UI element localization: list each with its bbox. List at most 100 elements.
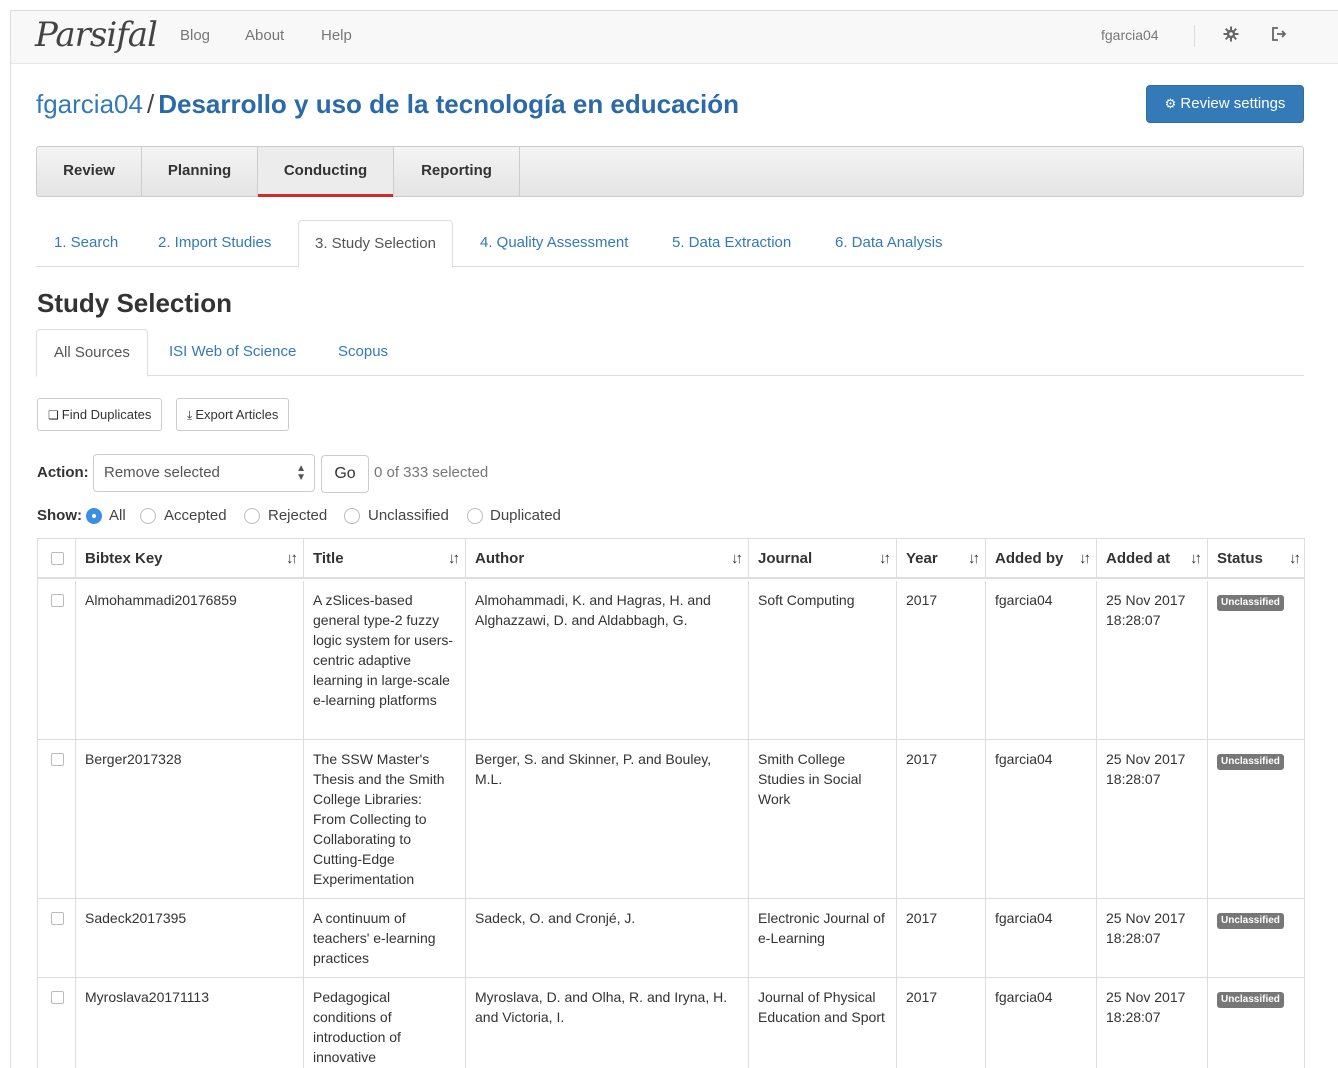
- cell-title[interactable]: A zSlices-based general type-2 fuzzy log…: [304, 581, 466, 739]
- breadcrumb-project-link[interactable]: Desarrollo y uso de la tecnología en edu…: [158, 89, 739, 119]
- table-row[interactable]: Berger2017328 The SSW Master's Thesis an…: [38, 740, 1304, 899]
- cell-author: Almohammadi, K. and Hagras, H. and Algha…: [466, 581, 749, 739]
- cell-bibtex-key: Sadeck2017395: [76, 899, 304, 977]
- select-all-checkbox[interactable]: [51, 552, 64, 565]
- row-checkbox[interactable]: [51, 753, 64, 766]
- nav-help-link[interactable]: Help: [321, 27, 352, 44]
- gear-icon[interactable]: [1220, 23, 1242, 45]
- sort-icon[interactable]: ↓↑: [1289, 539, 1301, 579]
- cell-title[interactable]: The SSW Master's Thesis and the Smith Co…: [304, 740, 466, 898]
- sort-icon[interactable]: ↓↑: [448, 539, 460, 579]
- sort-icon[interactable]: ↓↑: [968, 539, 980, 579]
- find-duplicates-label: Find Duplicates: [61, 407, 152, 422]
- action-select-value: Remove selected: [104, 464, 220, 481]
- radio-duplicated-label: Duplicated: [490, 507, 561, 524]
- column-header-author[interactable]: Author ↓↑: [466, 539, 749, 579]
- app-frame: Parsifal Blog About Help fgarcia04 fgarc…: [10, 10, 1338, 1068]
- radio-unclassified-label: Unclassified: [368, 507, 449, 524]
- go-button[interactable]: Go: [321, 455, 369, 493]
- tab-review[interactable]: Review: [37, 147, 142, 196]
- top-navbar: Parsifal Blog About Help fgarcia04: [11, 11, 1338, 64]
- cell-title[interactable]: Pedagogical conditions of introduction o…: [304, 978, 466, 1068]
- download-icon: ⤓: [187, 408, 193, 422]
- tab-planning[interactable]: Planning: [142, 147, 258, 196]
- cell-added-by: fgarcia04: [986, 899, 1097, 977]
- cell-bibtex-key: Myroslava20171113: [76, 978, 304, 1068]
- subtab-data-analysis[interactable]: 6. Data Analysis: [819, 220, 959, 267]
- cell-title[interactable]: A continuum of teachers' e-learning prac…: [304, 899, 466, 977]
- radio-all[interactable]: [86, 508, 102, 524]
- cell-bibtex-key: Almohammadi20176859: [76, 581, 304, 739]
- status-badge: Unclassified: [1217, 754, 1284, 770]
- column-header-year[interactable]: Year ↓↑: [897, 539, 986, 579]
- sort-icon[interactable]: ↓↑: [731, 539, 743, 579]
- nav-divider: [1194, 25, 1195, 47]
- cell-added-at: 25 Nov 2017 18:28:07: [1097, 978, 1208, 1068]
- action-label: Action:: [37, 464, 89, 481]
- nav-about-link[interactable]: About: [245, 27, 284, 44]
- cell-journal: Soft Computing: [749, 581, 897, 739]
- source-tabs: All Sources ISI Web of Science Scopus: [36, 329, 1304, 377]
- status-badge: Unclassified: [1217, 595, 1284, 611]
- sort-icon[interactable]: ↓↑: [879, 539, 891, 579]
- cell-year: 2017: [897, 899, 986, 977]
- radio-rejected[interactable]: [244, 508, 260, 524]
- subtab-data-extraction[interactable]: 5. Data Extraction: [656, 220, 807, 267]
- column-header-status[interactable]: Status ↓↑: [1208, 539, 1304, 579]
- brand-logo[interactable]: Parsifal: [35, 15, 158, 55]
- radio-accepted[interactable]: [140, 508, 156, 524]
- tab-conducting[interactable]: Conducting: [258, 147, 394, 197]
- review-settings-label: Review settings: [1180, 95, 1286, 112]
- source-tab-scopus[interactable]: Scopus: [321, 329, 405, 376]
- cell-bibtex-key: Berger2017328: [76, 740, 304, 898]
- main-tabs: Review Planning Conducting Reporting: [36, 146, 1304, 197]
- row-checkbox[interactable]: [51, 912, 64, 925]
- cell-added-by: fgarcia04: [986, 740, 1097, 898]
- find-duplicates-button[interactable]: ❏ Find Duplicates: [37, 398, 163, 431]
- radio-rejected-label: Rejected: [268, 507, 328, 524]
- source-tab-isi-web-of-science[interactable]: ISI Web of Science: [152, 329, 313, 376]
- column-header-journal[interactable]: Journal ↓↑: [749, 539, 897, 579]
- status-badge: Unclassified: [1217, 992, 1284, 1008]
- cell-journal: Smith College Studies in Social Work: [749, 740, 897, 898]
- conducting-sub-tabs: 1. Search 2. Import Studies 3. Study Sel…: [36, 220, 1304, 268]
- sort-icon[interactable]: ↓↑: [286, 539, 298, 579]
- nav-user-link[interactable]: fgarcia04: [1101, 27, 1159, 43]
- subtab-study-selection[interactable]: 3. Study Selection: [298, 220, 453, 268]
- sort-icon[interactable]: ↓↑: [1190, 539, 1202, 579]
- radio-duplicated[interactable]: [467, 508, 483, 524]
- table-row[interactable]: Myroslava20171113 Pedagogical conditions…: [38, 978, 1304, 1068]
- table-row[interactable]: Sadeck2017395 A continuum of teachers' e…: [38, 899, 1304, 978]
- breadcrumb-user-link[interactable]: fgarcia04: [36, 89, 143, 119]
- row-checkbox[interactable]: [51, 991, 64, 1004]
- sort-icon[interactable]: ↓↑: [1079, 539, 1091, 579]
- subtab-import-studies[interactable]: 2. Import Studies: [142, 220, 287, 267]
- export-articles-button[interactable]: ⤓ Export Articles: [176, 398, 290, 431]
- page-title: fgarcia04/Desarrollo y uso de la tecnolo…: [36, 89, 739, 120]
- header-select-all: [38, 539, 76, 579]
- select-caret-icon: ▲ ▼: [296, 463, 306, 483]
- subtab-quality-assessment[interactable]: 4. Quality Assessment: [464, 220, 644, 267]
- export-articles-label: Export Articles: [195, 407, 279, 422]
- nav-blog-link[interactable]: Blog: [180, 27, 210, 44]
- table-row[interactable]: Almohammadi20176859 A zSlices-based gene…: [38, 581, 1304, 740]
- column-header-added-at[interactable]: Added at ↓↑: [1097, 539, 1208, 579]
- column-header-bibtex-key[interactable]: Bibtex Key ↓↑: [76, 539, 304, 579]
- column-header-title[interactable]: Title ↓↑: [304, 539, 466, 579]
- sign-out-icon[interactable]: [1268, 23, 1290, 45]
- radio-unclassified[interactable]: [344, 508, 360, 524]
- review-settings-button[interactable]: ⚙ Review settings: [1146, 85, 1304, 123]
- radio-accepted-label: Accepted: [164, 507, 227, 524]
- column-header-added-by[interactable]: Added by ↓↑: [986, 539, 1097, 579]
- cell-journal: Electronic Journal of e-Learning: [749, 899, 897, 977]
- cell-author: Berger, S. and Skinner, P. and Bouley, M…: [466, 740, 749, 898]
- radio-all-label: All: [109, 507, 126, 524]
- row-checkbox[interactable]: [51, 594, 64, 607]
- source-tab-all[interactable]: All Sources: [36, 329, 148, 377]
- tab-reporting[interactable]: Reporting: [394, 147, 520, 196]
- action-select[interactable]: Remove selected ▲ ▼: [93, 454, 315, 492]
- cell-added-by: fgarcia04: [986, 978, 1097, 1068]
- cell-author: Myroslava, D. and Olha, R. and Iryna, H.…: [466, 978, 749, 1068]
- cell-added-at: 25 Nov 2017 18:28:07: [1097, 899, 1208, 977]
- subtab-search[interactable]: 1. Search: [38, 220, 134, 267]
